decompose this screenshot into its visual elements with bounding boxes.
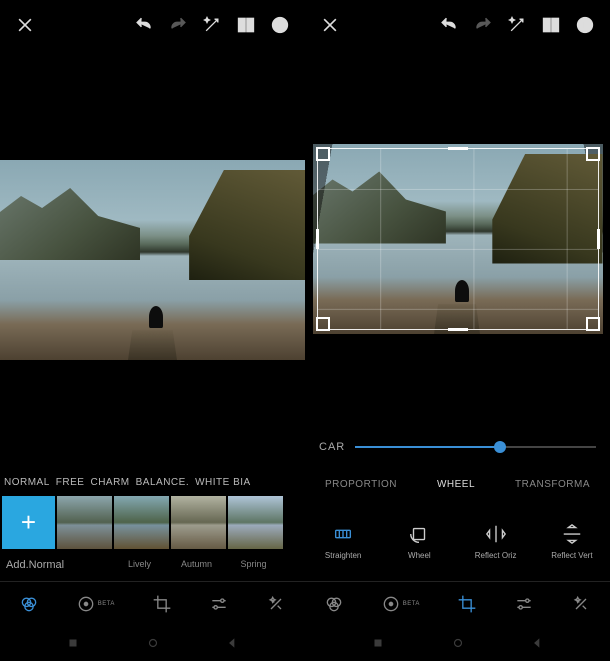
nav-portrait-icon[interactable]: BETA bbox=[76, 594, 115, 614]
filter-cat[interactable]: FREE bbox=[56, 477, 85, 488]
redo-icon[interactable] bbox=[165, 12, 191, 38]
android-nav-bar bbox=[305, 625, 610, 661]
close-icon[interactable] bbox=[317, 12, 343, 38]
crop-handle[interactable] bbox=[448, 147, 468, 150]
filter-cat[interactable]: NORMAL bbox=[4, 477, 50, 488]
undo-icon[interactable] bbox=[436, 12, 462, 38]
android-nav-bar bbox=[0, 625, 305, 661]
editor-pane-filters: NORMAL FREE CHARM BALANCE. WHITE BIA + A… bbox=[0, 0, 305, 661]
filter-cat[interactable]: BALANCE. bbox=[136, 477, 189, 488]
tab-wheel[interactable]: WHEEL bbox=[437, 479, 475, 490]
transform-tools: Straighten Wheel Reflect Oriz Reflect Ve… bbox=[305, 501, 610, 581]
top-bar bbox=[0, 0, 305, 50]
image-canvas[interactable] bbox=[0, 50, 305, 470]
crop-handle[interactable] bbox=[597, 229, 600, 249]
compare-icon[interactable] bbox=[233, 12, 259, 38]
apply-icon[interactable] bbox=[572, 12, 598, 38]
top-bar bbox=[305, 0, 610, 50]
home-icon[interactable] bbox=[451, 636, 465, 650]
filter-cat[interactable]: CHARM bbox=[90, 477, 129, 488]
editor-pane-crop: CAR PROPORTION WHEEL TRANSFORMA Straight… bbox=[305, 0, 610, 661]
filter-label: Lively bbox=[112, 559, 167, 581]
nav-effects-icon[interactable] bbox=[571, 594, 591, 614]
crop-handle[interactable] bbox=[316, 147, 330, 161]
nav-filters-icon[interactable] bbox=[19, 594, 39, 614]
transform-tabs: PROPORTION WHEEL TRANSFORMA bbox=[305, 467, 610, 501]
filter-label: Add.Normal bbox=[2, 559, 110, 581]
tab-proportion[interactable]: PROPORTION bbox=[325, 479, 397, 490]
close-icon[interactable] bbox=[12, 12, 38, 38]
transform-slider-row: CAR bbox=[305, 427, 610, 467]
transform-slider[interactable] bbox=[355, 446, 596, 448]
nav-adjust-icon[interactable] bbox=[209, 594, 229, 614]
filter-label: Autumn bbox=[169, 559, 224, 581]
crop-overlay[interactable] bbox=[305, 50, 610, 427]
nav-adjust-icon[interactable] bbox=[514, 594, 534, 614]
tool-straighten[interactable]: Straighten bbox=[305, 523, 381, 560]
back-icon[interactable] bbox=[225, 636, 239, 650]
recents-icon[interactable] bbox=[371, 636, 385, 650]
nav-crop-icon[interactable] bbox=[152, 594, 172, 614]
crop-handle[interactable] bbox=[586, 317, 600, 331]
crop-handle[interactable] bbox=[316, 317, 330, 331]
crop-handle[interactable] bbox=[316, 229, 319, 249]
filter-label: Spring bbox=[226, 559, 281, 581]
tab-transform[interactable]: TRANSFORMA bbox=[515, 479, 590, 490]
crop-handle[interactable] bbox=[586, 147, 600, 161]
add-filter-button[interactable]: + bbox=[2, 496, 55, 549]
back-icon[interactable] bbox=[530, 636, 544, 650]
magic-wand-icon[interactable] bbox=[504, 12, 530, 38]
slider-label: CAR bbox=[319, 441, 345, 453]
image-canvas[interactable] bbox=[305, 50, 610, 427]
redo-icon[interactable] bbox=[470, 12, 496, 38]
compare-icon[interactable] bbox=[538, 12, 564, 38]
filter-category-row[interactable]: NORMAL FREE CHARM BALANCE. WHITE BIA bbox=[0, 470, 305, 494]
filter-labels: Add.Normal Lively Autumn Spring bbox=[0, 559, 305, 581]
tool-wheel[interactable]: Wheel bbox=[381, 523, 457, 560]
apply-icon[interactable] bbox=[267, 12, 293, 38]
nav-filters-icon[interactable] bbox=[324, 594, 344, 614]
tool-reflect-horizontal[interactable]: Reflect Oriz bbox=[458, 523, 534, 560]
filter-thumb[interactable] bbox=[57, 496, 112, 549]
filter-thumb[interactable] bbox=[228, 496, 283, 549]
filter-thumb[interactable] bbox=[114, 496, 169, 549]
filter-strip[interactable]: + bbox=[0, 494, 305, 559]
nav-crop-icon[interactable] bbox=[457, 594, 477, 614]
filter-cat[interactable]: WHITE BIA bbox=[195, 477, 251, 488]
photo-preview bbox=[0, 160, 305, 360]
filter-thumb[interactable] bbox=[171, 496, 226, 549]
crop-handle[interactable] bbox=[448, 328, 468, 331]
magic-wand-icon[interactable] bbox=[199, 12, 225, 38]
nav-effects-icon[interactable] bbox=[266, 594, 286, 614]
undo-icon[interactable] bbox=[131, 12, 157, 38]
home-icon[interactable] bbox=[146, 636, 160, 650]
bottom-nav: BETA bbox=[0, 581, 305, 625]
tool-reflect-vertical[interactable]: Reflect Vert bbox=[534, 523, 610, 560]
bottom-nav: BETA bbox=[305, 581, 610, 625]
nav-portrait-icon[interactable]: BETA bbox=[381, 594, 420, 614]
recents-icon[interactable] bbox=[66, 636, 80, 650]
